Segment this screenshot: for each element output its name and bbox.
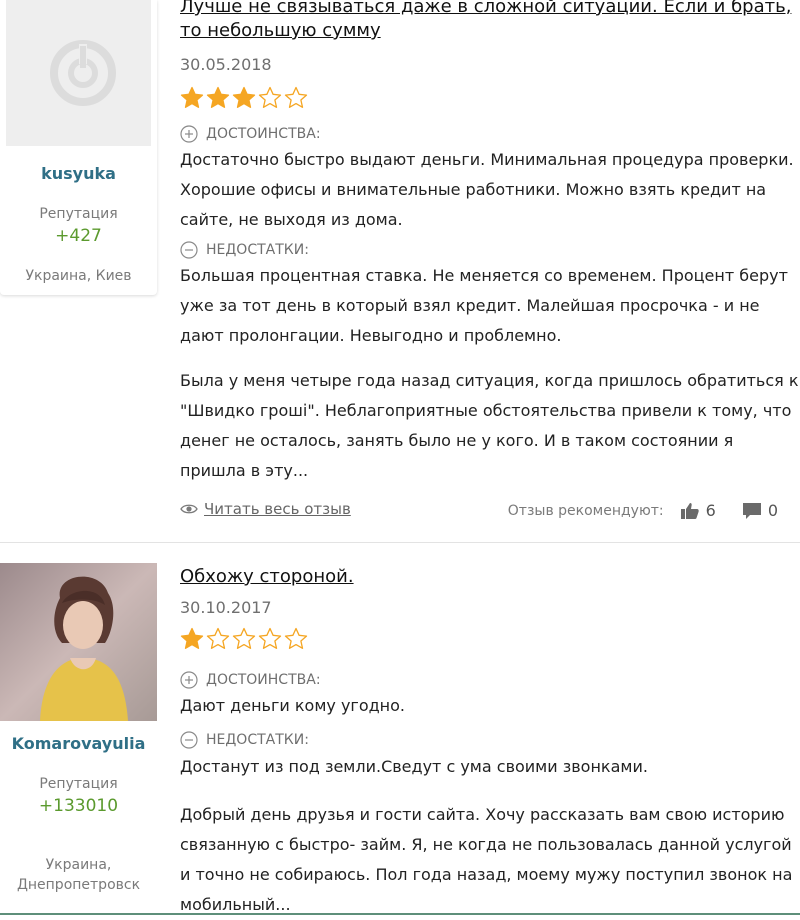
pros-label: ДОСТОИНСТВА: — [206, 672, 321, 688]
review-excerpt: Добрый день друзья и гости сайта. Хочу р… — [180, 805, 793, 914]
rating-stars — [180, 86, 308, 110]
star-filled-icon — [232, 86, 256, 108]
cons-label: НЕДОСТАТКИ: — [206, 732, 309, 748]
author-card: kusyuka Репутация +427 Украина, Киев — [0, 0, 157, 295]
pros-text: Достаточно быстро выдают деньги. Минимал… — [180, 150, 794, 229]
star-filled-icon — [180, 627, 204, 649]
minus-circle-icon — [180, 241, 198, 259]
plus-circle-icon — [180, 125, 198, 143]
pros-text: Дают деньги кому угодно. — [180, 696, 406, 715]
pros-header: ДОСТОИНСТВА: — [180, 671, 321, 689]
reputation-value: +427 — [55, 226, 102, 246]
star-empty-icon — [232, 627, 256, 649]
eye-icon — [180, 504, 198, 514]
star-empty-icon — [206, 627, 230, 649]
author-card: Komarovayulia Репутация +133010 Украина,… — [0, 563, 157, 915]
thumbs-up-icon — [680, 502, 699, 519]
rating-stars — [180, 627, 308, 651]
review-content: Обхожу стороной. 30.10.2017 ДОСТОИНСТВА:… — [180, 543, 800, 915]
comment-icon — [742, 502, 761, 519]
author-name[interactable]: Komarovayulia — [0, 734, 157, 753]
star-empty-icon — [258, 86, 282, 108]
star-empty-icon — [284, 627, 308, 649]
review-date: 30.05.2018 — [180, 55, 272, 74]
reputation-label: Репутация — [39, 776, 118, 792]
recommend-label: Отзыв рекомендуют: — [507, 502, 664, 519]
cons-header: НЕДОСТАТКИ: — [180, 731, 309, 749]
avatar[interactable] — [0, 563, 157, 721]
like-button[interactable]: 6 — [680, 501, 716, 520]
likes-count: 6 — [705, 501, 716, 520]
review-card: kusyuka Репутация +427 Украина, Киев Луч… — [0, 0, 800, 543]
author-name[interactable]: kusyuka — [0, 164, 157, 183]
pros-header: ДОСТОИНСТВА: — [180, 125, 321, 143]
cons-label: НЕДОСТАТКИ: — [206, 242, 309, 258]
author-city: Украина, Киев — [25, 268, 132, 284]
avatar-placeholder-icon — [50, 40, 116, 106]
user-photo — [0, 563, 157, 721]
cons-text: Достанут из под земли.Сведут с ума своим… — [180, 757, 648, 776]
pros-label: ДОСТОИНСТВА: — [206, 126, 321, 142]
reputation-label: Репутация — [39, 206, 118, 222]
star-filled-icon — [180, 86, 204, 108]
cons-header: НЕДОСТАТКИ: — [180, 241, 309, 259]
star-empty-icon — [258, 627, 282, 649]
reputation-value: +133010 — [38, 796, 119, 816]
read-full-review-label[interactable]: Читать весь отзыв — [204, 500, 351, 518]
cons-text: Большая процентная ставка. Не меняется с… — [180, 266, 788, 345]
avatar[interactable] — [6, 0, 151, 146]
review-card: Komarovayulia Репутация +133010 Украина,… — [0, 543, 800, 915]
comments-button[interactable]: 0 — [742, 501, 778, 520]
author-city: Украина, Днепропетровск — [16, 857, 141, 893]
review-date: 30.10.2017 — [180, 598, 272, 617]
review-content: Лучше не связываться даже в сложной ситу… — [180, 0, 800, 542]
review-title[interactable]: Обхожу стороной. — [180, 565, 354, 589]
comments-count: 0 — [767, 501, 778, 520]
star-filled-icon — [206, 86, 230, 108]
review-excerpt: Была у меня четыре года назад ситуация, … — [180, 371, 799, 480]
minus-circle-icon — [180, 731, 198, 749]
review-title[interactable]: Лучше не связываться даже в сложной ситу… — [180, 0, 791, 43]
plus-circle-icon — [180, 671, 198, 689]
star-empty-icon — [284, 86, 308, 108]
recommend-block: Отзыв рекомендуют: 6 0 — [508, 501, 778, 520]
read-full-review-link[interactable]: Читать весь отзыв — [180, 500, 351, 518]
